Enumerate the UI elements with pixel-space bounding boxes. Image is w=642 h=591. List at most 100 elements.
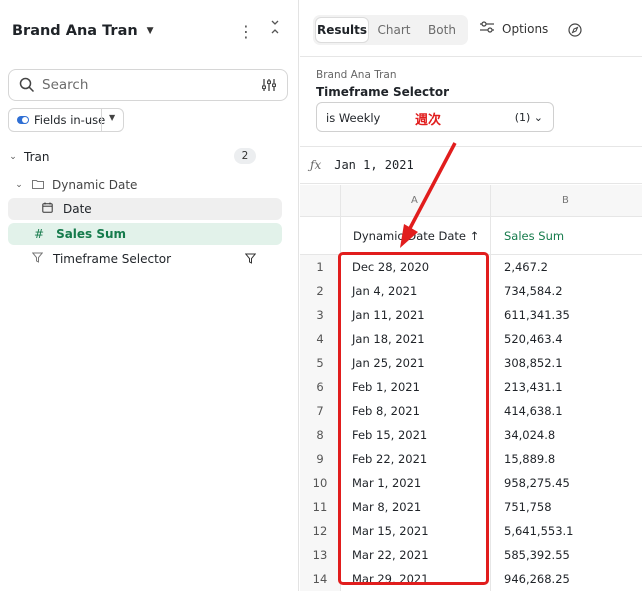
cell-sales-sum[interactable]: 734,584.2 [504,284,563,298]
row-number: 3 [316,308,324,322]
tab-both[interactable]: Both [419,17,465,43]
collapse-icon[interactable] [270,20,280,37]
toggle-icon[interactable] [17,116,29,124]
cell-sales-sum[interactable]: 520,463.4 [504,332,563,346]
tree-item-label: Dynamic Date [52,178,138,192]
cell-date[interactable]: Feb 22, 2021 [352,452,427,466]
column-header-date[interactable]: Dynamic Date Date ↑ [353,229,479,243]
column-letters: A B [300,185,642,217]
model-title[interactable]: Brand Ana Tran [12,23,138,39]
tab-chart[interactable]: Chart [371,17,417,43]
cell-sales-sum[interactable]: 308,852.1 [504,356,563,370]
cell-date[interactable]: Feb 1, 2021 [352,380,420,394]
row-number: 13 [312,548,328,562]
table-row[interactable]: 12 Mar 15, 2021 5,641,553.1 [300,519,642,543]
panel-header: Brand Ana Tran ▼ ⋮ [12,20,290,42]
tree-item-date[interactable]: Date [8,198,282,220]
cell-date[interactable]: Mar 8, 2021 [352,500,421,514]
filter-active-icon[interactable] [244,253,257,267]
options-icon [480,21,494,36]
hash-icon: # [34,227,45,241]
column-headers: Dynamic Date Date ↑ Sales Sum [300,217,642,255]
cell-date[interactable]: Jan 4, 2021 [352,284,417,298]
row-number: 11 [312,500,328,514]
cell-date[interactable]: Jan 18, 2021 [352,332,425,346]
cell-date[interactable]: Mar 1, 2021 [352,476,421,490]
cell-date[interactable]: Mar 29, 2021 [352,572,429,586]
compass-icon[interactable] [568,22,582,41]
cell-date[interactable]: Jan 11, 2021 [352,308,425,322]
row-number: 7 [316,404,324,418]
cell-sales-sum[interactable]: 5,641,553.1 [504,524,574,538]
options-button[interactable]: Options [480,21,548,36]
chevron-down-icon[interactable]: ⌄ [14,180,24,190]
chevron-down-icon[interactable]: ⌄ [8,152,18,162]
selector-count: (1) ⌄ [514,111,543,124]
column-header-sales-sum[interactable]: Sales Sum [504,229,564,243]
row-number: 10 [312,476,328,490]
tab-results[interactable]: Results [315,17,369,43]
formula-bar[interactable]: ƒx Jan 1, 2021 [300,146,642,184]
tree-item-timeframe-selector[interactable]: Timeframe Selector [8,248,282,270]
cell-sales-sum[interactable]: 946,268.25 [504,572,570,586]
selector-value: is Weekly [326,111,381,125]
tree-item-label: Date [63,202,92,216]
selector-title: Timeframe Selector [316,85,450,99]
cell-date[interactable]: Dec 28, 2020 [352,260,429,274]
table-row[interactable]: 3 Jan 11, 2021 611,341.35 [300,303,642,327]
cell-sales-sum[interactable]: 585,392.55 [504,548,570,562]
cell-sales-sum[interactable]: 414,638.1 [504,404,563,418]
divider [300,56,642,57]
row-number: 9 [316,452,324,466]
column-letter-b[interactable]: B [562,195,569,206]
more-vertical-icon[interactable]: ⋮ [238,22,254,41]
view-toggle: Results Chart Both [313,15,468,45]
fields-panel: Brand Ana Tran ▼ ⋮ Fields in-use ▼ ⌄ Tra… [0,0,299,591]
cell-date[interactable]: Feb 15, 2021 [352,428,427,442]
row-number: 8 [316,428,324,442]
table-row[interactable]: 11 Mar 8, 2021 751,758 [300,495,642,519]
cell-sales-sum[interactable]: 2,467.2 [504,260,548,274]
table-row[interactable]: 1 Dec 28, 2020 2,467.2 [300,255,642,279]
search-field[interactable] [8,69,288,101]
timeframe-selector-dropdown[interactable]: is Weekly 週次 (1) ⌄ [316,102,554,132]
cell-date[interactable]: Mar 15, 2021 [352,524,429,538]
cell-date[interactable]: Jan 25, 2021 [352,356,425,370]
cell-sales-sum[interactable]: 751,758 [504,500,552,514]
results-panel: Results Chart Both Options Brand Ana Tra… [300,0,642,591]
search-input[interactable] [42,77,242,93]
table-row[interactable]: 7 Feb 8, 2021 414,638.1 [300,399,642,423]
table-row[interactable]: 14 Mar 29, 2021 946,268.25 [300,567,642,591]
tree-item-dynamic-date[interactable]: ⌄ Dynamic Date [8,174,282,196]
chevron-down-icon[interactable]: ▼ [147,26,154,36]
row-number: 2 [316,284,324,298]
table-row[interactable]: 4 Jan 18, 2021 520,463.4 [300,327,642,351]
column-letter-a[interactable]: A [411,195,418,206]
search-icon [18,76,36,94]
row-number: 12 [312,524,328,538]
cell-sales-sum[interactable]: 15,889.8 [504,452,555,466]
sliders-icon[interactable] [261,77,277,97]
table-row[interactable]: 10 Mar 1, 2021 958,275.45 [300,471,642,495]
table-row[interactable]: 9 Feb 22, 2021 15,889.8 [300,447,642,471]
table-row[interactable]: 2 Jan 4, 2021 734,584.2 [300,279,642,303]
tree-item-sales-sum[interactable]: # Sales Sum [8,223,282,245]
table-row[interactable]: 8 Feb 15, 2021 34,024.8 [300,423,642,447]
chevron-down-icon[interactable]: ▼ [109,113,115,122]
cell-date[interactable]: Feb 8, 2021 [352,404,420,418]
row-number: 6 [316,380,324,394]
table-row[interactable]: 6 Feb 1, 2021 213,431.1 [300,375,642,399]
count-badge: 2 [234,148,256,164]
calendar-icon [42,202,53,216]
formula-value: Jan 1, 2021 [334,158,414,172]
cell-sales-sum[interactable]: 34,024.8 [504,428,555,442]
filter-icon [31,252,44,266]
table-row[interactable]: 13 Mar 22, 2021 585,392.55 [300,543,642,567]
folder-icon [32,178,44,192]
table-row[interactable]: 5 Jan 25, 2021 308,852.1 [300,351,642,375]
cell-sales-sum[interactable]: 958,275.45 [504,476,570,490]
cell-date[interactable]: Mar 22, 2021 [352,548,429,562]
cell-sales-sum[interactable]: 611,341.35 [504,308,570,322]
cell-sales-sum[interactable]: 213,431.1 [504,380,563,394]
fields-in-use-toggle[interactable]: Fields in-use ▼ [8,108,124,132]
